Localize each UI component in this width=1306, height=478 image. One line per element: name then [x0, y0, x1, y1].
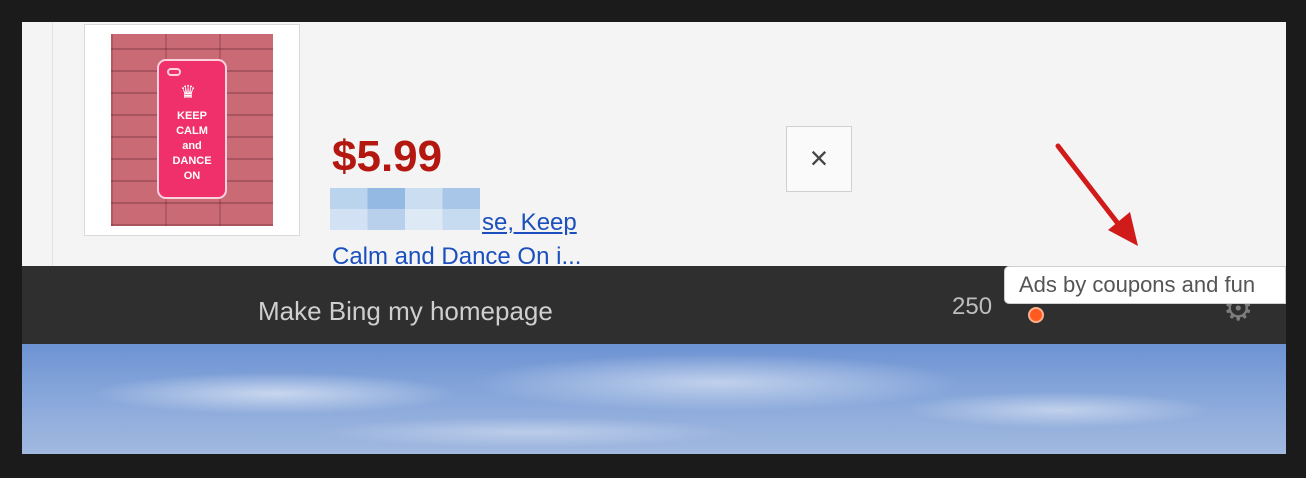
product-thumbnail[interactable]: ♛ KEEP CALM and DANCE ON [84, 24, 300, 236]
rewards-count[interactable]: 250 [952, 292, 992, 322]
status-dot-icon[interactable] [1028, 307, 1044, 323]
close-icon[interactable]: × [810, 140, 829, 176]
pixelated-redaction [330, 188, 480, 230]
product-price: $5.99 [332, 132, 443, 181]
red-arrow-icon [1055, 143, 1138, 246]
divider [52, 22, 53, 266]
make-bing-homepage-link[interactable]: Make Bing my homepage [258, 296, 553, 326]
camera-icon [167, 68, 181, 76]
brick-wall-image: ♛ KEEP CALM and DANCE ON [111, 34, 273, 226]
browser-content: ♛ KEEP CALM and DANCE ON $5.99 se, Keep … [22, 22, 1286, 454]
crown-icon: ♛ [180, 82, 197, 102]
phone-case-text: KEEP CALM and DANCE ON [172, 110, 212, 182]
ad-banner: ♛ KEEP CALM and DANCE ON $5.99 se, Keep … [22, 22, 1286, 270]
close-ad-button[interactable]: × [786, 126, 852, 192]
ads-tooltip: Ads by coupons and fun [1004, 266, 1286, 304]
background-sky-image [22, 344, 1286, 454]
phone-case-image: ♛ KEEP CALM and DANCE ON [157, 59, 227, 199]
